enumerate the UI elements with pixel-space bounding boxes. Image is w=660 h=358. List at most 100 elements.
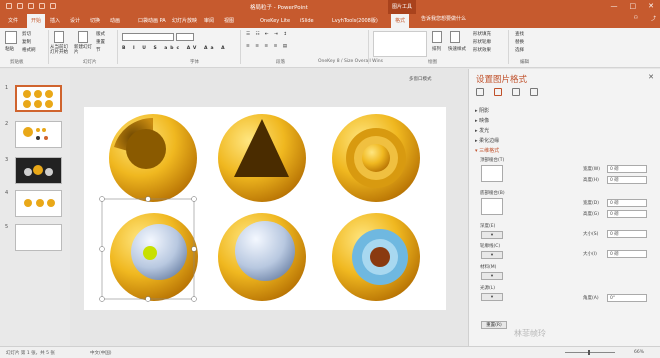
top-bevel-height-input[interactable]: 0 磅: [607, 176, 647, 184]
tab-file[interactable]: 文件: [8, 14, 18, 28]
from-start-icon[interactable]: [54, 31, 64, 43]
bottom-bevel-width-input[interactable]: 0 磅: [607, 199, 647, 207]
section-soft-edges[interactable]: ▸ 柔化边缘: [475, 137, 499, 144]
new-slide-button[interactable]: 新建幻灯片: [74, 45, 94, 55]
shapes-gallery[interactable]: [373, 31, 427, 57]
sphere-cutaway-3[interactable]: [332, 114, 420, 202]
tab-design[interactable]: 设计: [70, 14, 80, 28]
arrange-icon[interactable]: [432, 31, 442, 43]
paragraph-list-buttons[interactable]: ☰ ☷ ⇤ ⇥ ↕: [246, 32, 289, 37]
top-bevel-picker[interactable]: [481, 165, 503, 182]
share-icon[interactable]: ⤴: [651, 15, 656, 22]
bottom-bevel-picker[interactable]: [481, 198, 503, 215]
sphere-cutaway-5[interactable]: [218, 213, 306, 301]
find-button[interactable]: 查找: [515, 31, 524, 37]
login-icon[interactable]: ⚇: [634, 15, 638, 21]
customize-icon[interactable]: [50, 3, 56, 9]
tab-view[interactable]: 视图: [224, 14, 234, 28]
tab-transitions[interactable]: 切换: [90, 14, 100, 28]
arrange-button[interactable]: 排列: [432, 46, 441, 52]
tab-animations[interactable]: 动画: [110, 14, 120, 28]
cut-button[interactable]: 剪切: [22, 31, 31, 37]
group-editing: 编辑: [520, 60, 529, 65]
section-3d-format[interactable]: ▾ 三维格式: [475, 147, 499, 154]
tab-home[interactable]: 开始: [27, 14, 46, 28]
maximize-button[interactable]: □: [630, 2, 637, 10]
minimize-button[interactable]: —: [611, 2, 618, 10]
slide-counter: 幻灯片 第 1 张，共 5 张: [6, 351, 55, 356]
group-font: 字体: [190, 60, 199, 65]
shape-effects-button[interactable]: 形状效果: [473, 47, 491, 53]
tab-review[interactable]: 审阅: [204, 14, 214, 28]
undo-icon[interactable]: [17, 3, 23, 9]
depth-color-picker[interactable]: ▾: [481, 231, 503, 239]
slide-thumbnail-2[interactable]: [15, 121, 62, 148]
paste-icon[interactable]: [5, 31, 17, 44]
material-picker[interactable]: ▾: [481, 272, 503, 280]
bottom-bevel-height-input[interactable]: 0 磅: [607, 210, 647, 218]
sphere-cutaway-2[interactable]: [218, 114, 306, 202]
quick-access-toolbar[interactable]: [6, 3, 56, 9]
reset-button[interactable]: 重置: [96, 39, 105, 45]
size-properties-icon[interactable]: [512, 88, 520, 96]
section-glow[interactable]: ▸ 发光: [475, 127, 489, 134]
close-button[interactable]: ✕: [648, 2, 654, 10]
lighting-label: 光源(L): [480, 286, 496, 291]
replace-button[interactable]: 替换: [515, 39, 524, 45]
slide-thumbnail-4[interactable]: [15, 190, 62, 217]
quick-styles-icon[interactable]: [450, 31, 460, 43]
select-button[interactable]: 选择: [515, 47, 524, 53]
tab-lvyhtools[interactable]: LvyhTools(2008版): [332, 14, 378, 28]
effects-icon[interactable]: [494, 88, 502, 96]
tab-islide[interactable]: iSlide: [300, 14, 314, 28]
shape-fill-button[interactable]: 形状填充: [473, 31, 491, 37]
tab-slideshow[interactable]: 幻灯片放映: [172, 14, 197, 28]
redo-icon[interactable]: [28, 3, 34, 9]
paste-button[interactable]: 粘贴: [5, 46, 14, 52]
zoom-level[interactable]: 66%: [634, 350, 644, 355]
new-slide-icon[interactable]: [78, 31, 88, 43]
fill-line-icon[interactable]: [476, 88, 484, 96]
section-reflection[interactable]: ▸ 映像: [475, 117, 489, 124]
multi-window-button[interactable]: 多窗口模式: [409, 76, 432, 82]
tab-format[interactable]: 格式: [391, 14, 410, 28]
section-shadow[interactable]: ▸ 阴影: [475, 107, 489, 114]
copy-button[interactable]: 复制: [22, 39, 31, 45]
tell-me-search[interactable]: 告诉我您想要做什么: [421, 15, 466, 22]
save-icon[interactable]: [6, 3, 12, 9]
slide-thumbnail-3[interactable]: [15, 157, 62, 184]
contour-color-picker[interactable]: ▾: [481, 251, 503, 259]
group-clipboard: 剪贴板: [10, 60, 24, 65]
font-format-buttons[interactable]: B I U S abc AV Aa A: [122, 46, 228, 51]
top-bevel-width-input[interactable]: 0 磅: [607, 165, 647, 173]
reset-button[interactable]: 重置(R): [481, 321, 507, 329]
sphere-cutaway-1[interactable]: [109, 114, 197, 202]
close-icon[interactable]: ✕: [648, 73, 654, 81]
tab-onekey[interactable]: OneKey Lite: [260, 14, 290, 28]
format-painter-button[interactable]: 格式刷: [22, 47, 36, 53]
paragraph-align-buttons[interactable]: ≡ ≡ ≡ ≡ ▤: [246, 44, 289, 49]
sphere-cutaway-6[interactable]: [332, 213, 420, 301]
thumb-number: 1: [5, 85, 9, 91]
zoom-slider[interactable]: [565, 352, 615, 353]
section-button[interactable]: 节: [96, 47, 101, 53]
slide-thumbnail-1[interactable]: [15, 85, 62, 112]
angle-input[interactable]: 0°: [607, 294, 647, 302]
quick-styles-button[interactable]: 快速样式: [448, 46, 466, 52]
shape-outline-button[interactable]: 形状轮廓: [473, 39, 491, 45]
lighting-picker[interactable]: ▾: [481, 293, 503, 301]
layout-button[interactable]: 版式: [96, 31, 105, 37]
font-family-select[interactable]: [122, 33, 174, 41]
picture-icon[interactable]: [530, 88, 538, 96]
slide-thumbnail-5[interactable]: [15, 224, 62, 251]
depth-size-input[interactable]: 0 磅: [607, 230, 647, 238]
zoom-slider-thumb[interactable]: [588, 350, 590, 355]
contour-size-label: 大小(I): [583, 252, 597, 257]
sphere-cutaway-4[interactable]: [110, 213, 198, 301]
font-size-select[interactable]: [176, 33, 194, 41]
tab-insert[interactable]: 插入: [50, 14, 60, 28]
present-icon[interactable]: [39, 3, 45, 9]
from-start-button[interactable]: 从当前幻灯片开始: [50, 45, 70, 55]
tab-pocket-animation[interactable]: 口袋动画 PA: [138, 14, 166, 28]
contour-size-input[interactable]: 0 磅: [607, 250, 647, 258]
